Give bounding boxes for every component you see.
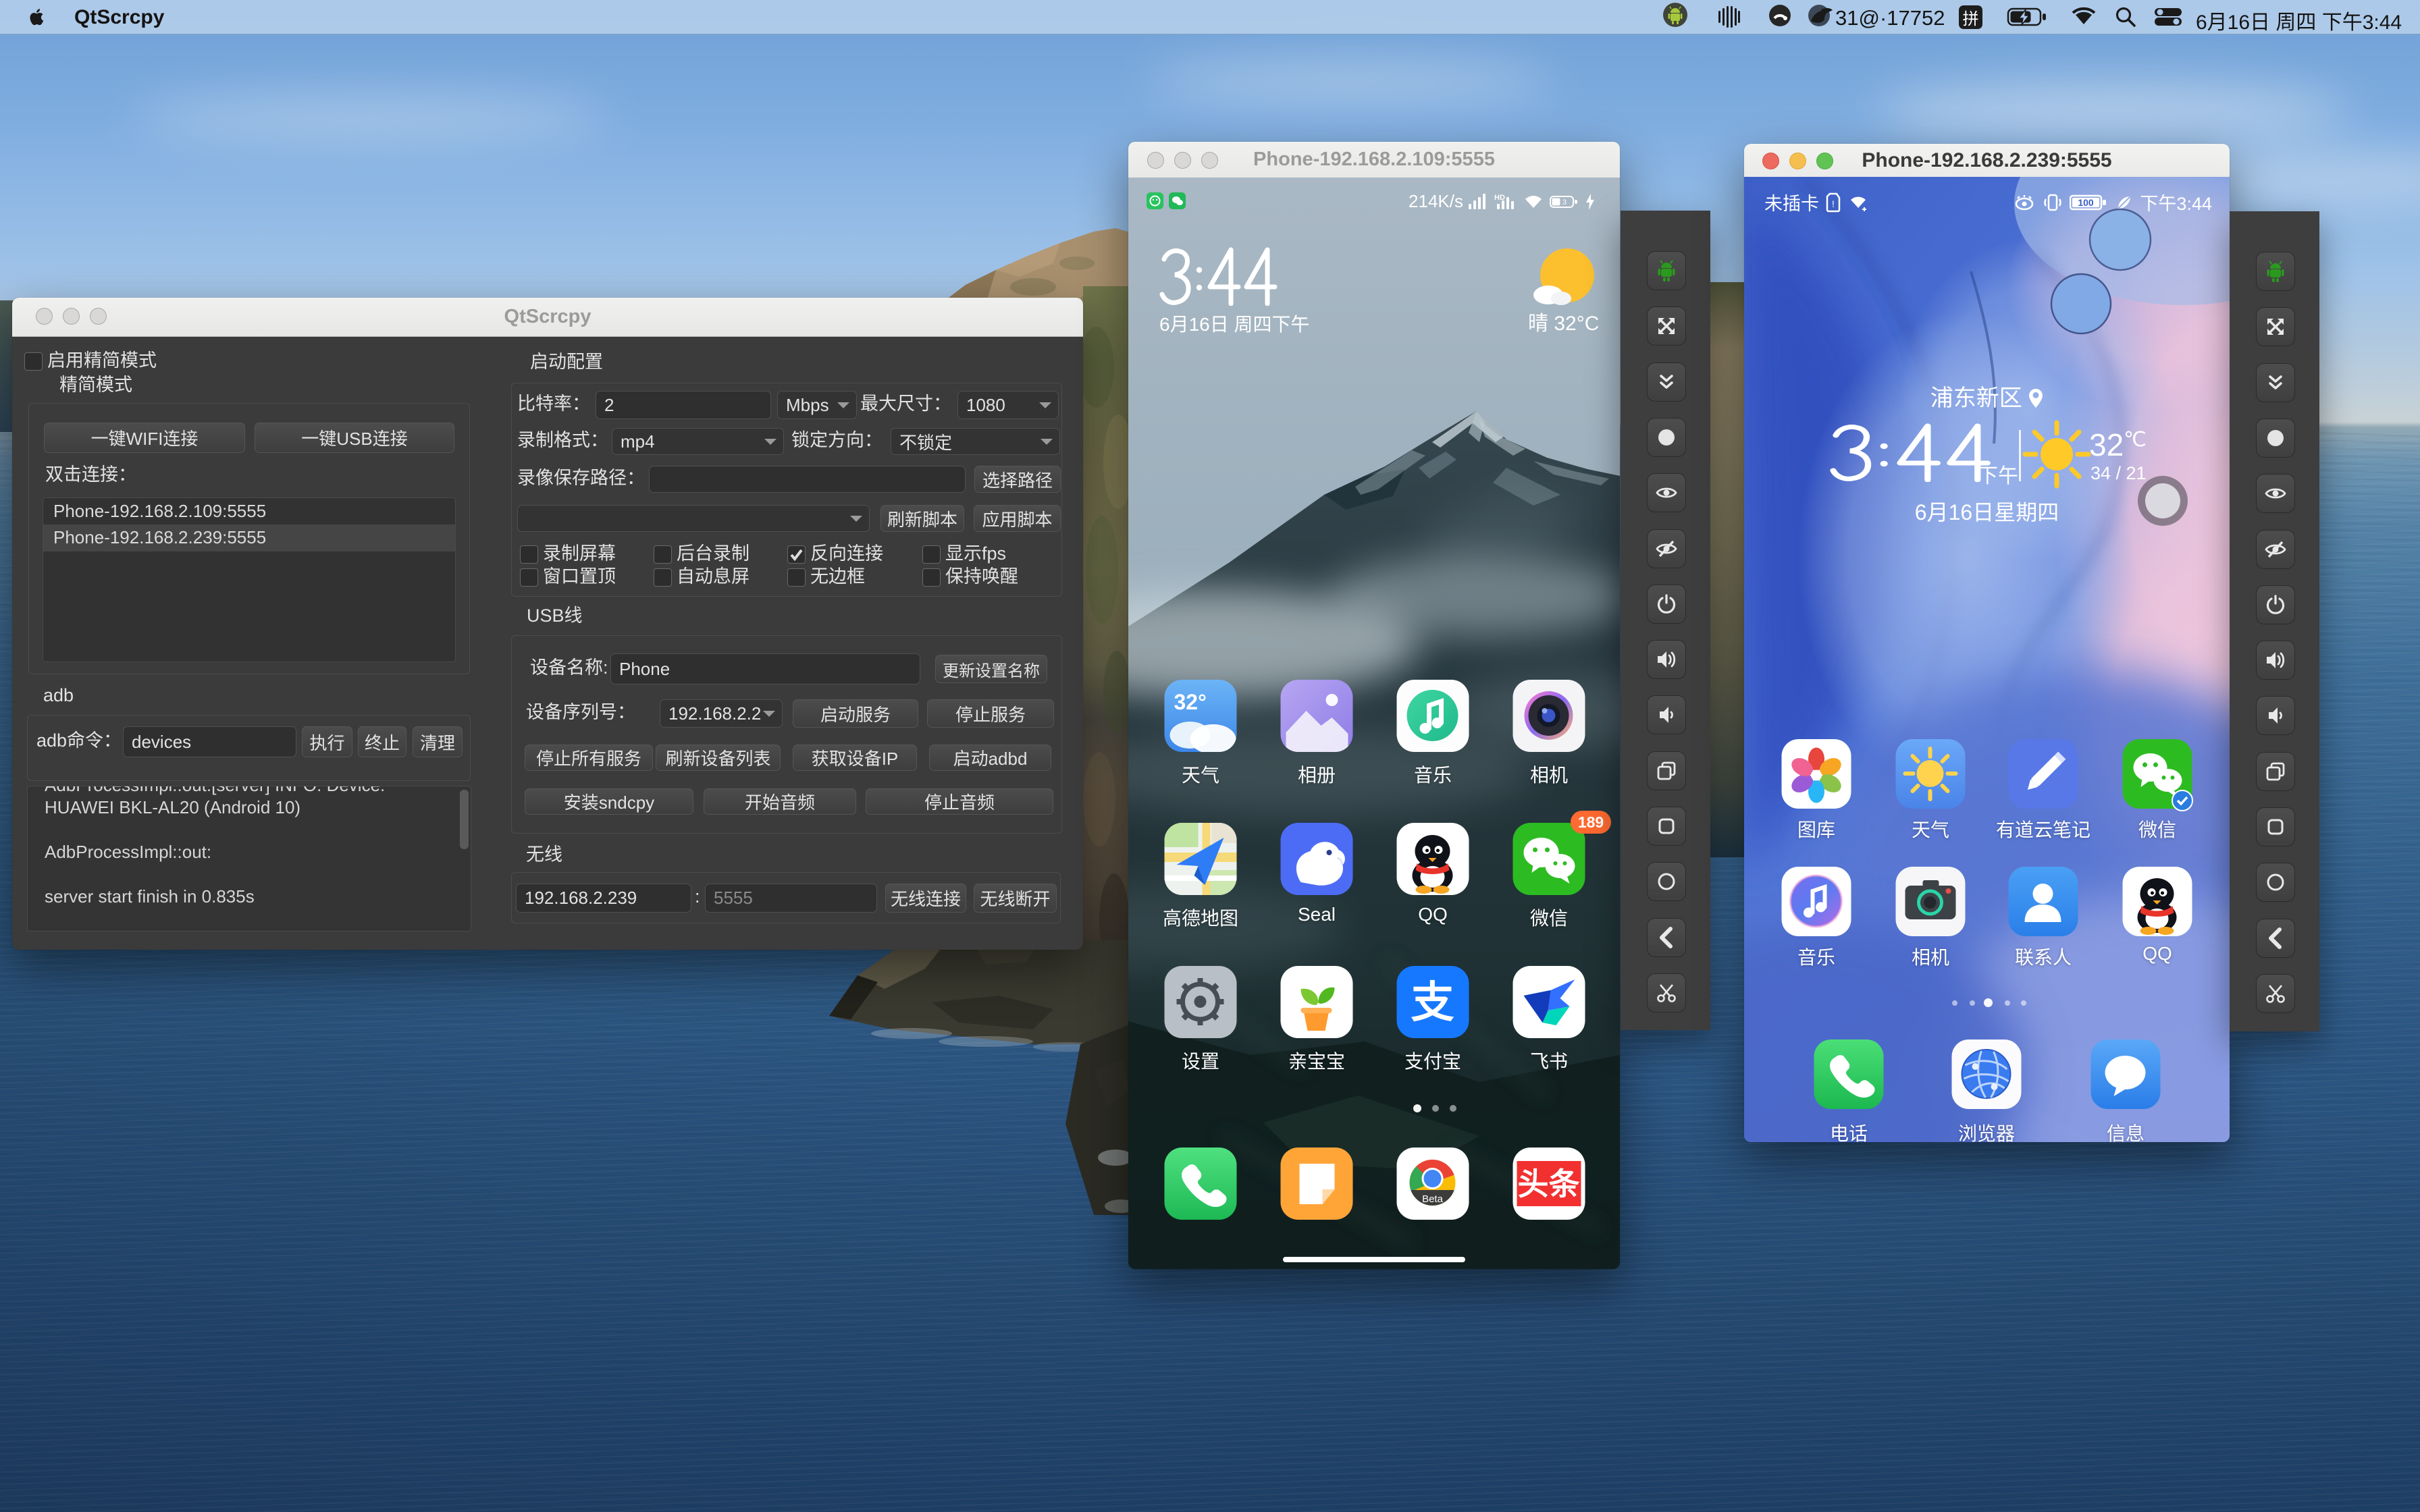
svg-text:Beta: Beta bbox=[1422, 1193, 1444, 1205]
svg-text:支: 支 bbox=[1411, 978, 1454, 1027]
svg-text:32°: 32° bbox=[1174, 690, 1207, 714]
svg-text:头条: 头条 bbox=[1518, 1166, 1580, 1202]
svg-text:3: 3 bbox=[1562, 198, 1567, 207]
svg-text:!: ! bbox=[1832, 198, 1835, 209]
svg-text:100: 100 bbox=[2078, 197, 2095, 208]
